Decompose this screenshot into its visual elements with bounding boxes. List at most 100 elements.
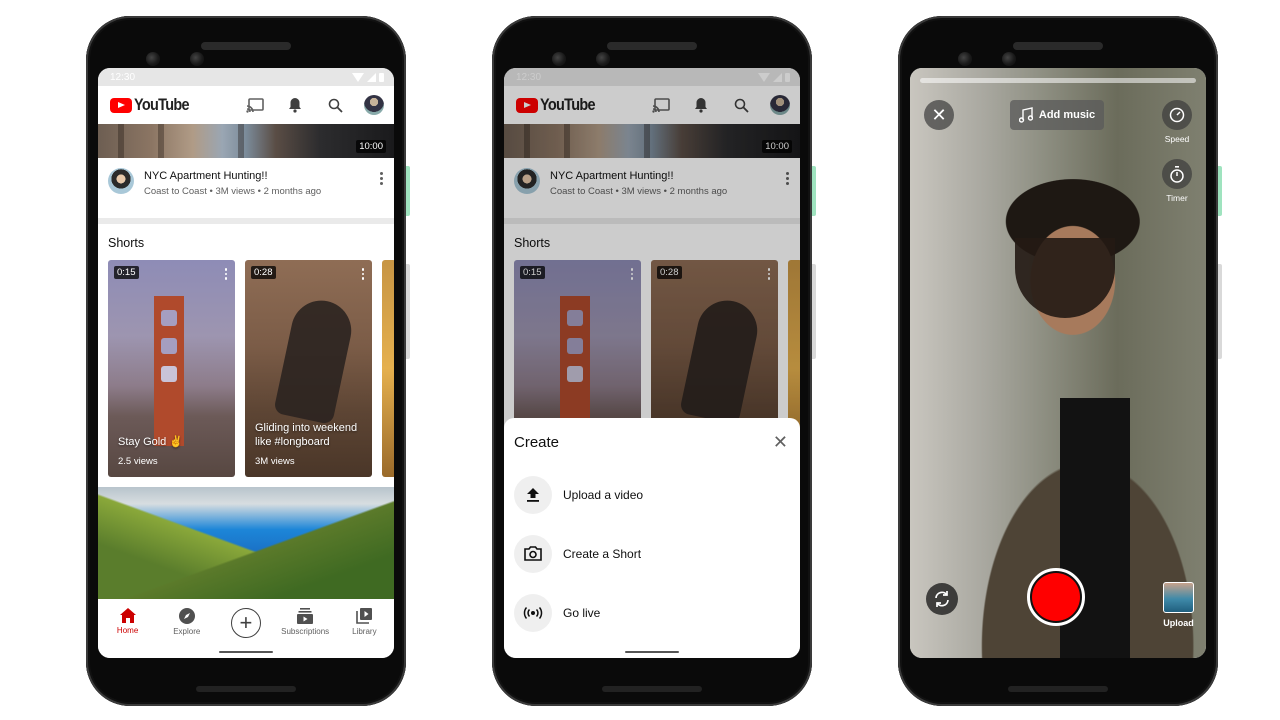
screen: ✕ Add music Speed Timer Upload — [910, 68, 1206, 658]
short-duration: 0:28 — [251, 266, 276, 279]
bottom-speaker — [602, 686, 702, 692]
bottom-nav: Home Explore + Subscriptions Library — [98, 602, 394, 658]
landscape-thumbnail[interactable] — [98, 487, 394, 599]
earpiece — [1013, 42, 1103, 50]
music-note-icon — [1018, 107, 1033, 123]
record-icon — [1032, 573, 1080, 621]
nav-create[interactable]: + — [217, 608, 275, 638]
close-camera-button[interactable]: ✕ — [924, 100, 954, 130]
wifi-icon — [352, 72, 364, 82]
short-views: 2.5 views — [118, 456, 158, 467]
compass-icon — [178, 608, 195, 624]
create-sheet: Create ✕ Upload a video Create a Short G… — [504, 418, 800, 658]
bridge-image — [154, 296, 184, 446]
shorts-heading: Shorts — [98, 224, 394, 260]
short-card[interactable]: 0:28 Gliding into weekend like #longboar… — [245, 260, 372, 477]
earpiece — [607, 42, 697, 50]
create-plus-icon: + — [230, 608, 261, 638]
status-time: 12:30 — [110, 71, 136, 83]
live-broadcast-icon — [514, 593, 552, 632]
more-options-icon[interactable] — [376, 168, 386, 208]
phone-home-feed: 12:30 YouTube 10:00 NYC Apartment Huntin… — [86, 16, 410, 706]
video-thumbnail[interactable]: 10:00 — [98, 124, 394, 158]
nav-label: Home — [116, 626, 139, 635]
shorts-shelf: 0:15 Stay Gold ✌ 2.5 views 0:28 Gliding … — [98, 260, 394, 477]
status-bar: 12:30 — [98, 68, 394, 86]
record-button[interactable] — [1027, 568, 1085, 626]
camera-icon — [514, 534, 552, 573]
front-camera-lens — [190, 52, 204, 66]
option-label: Upload a video — [563, 487, 644, 502]
upload-video-option[interactable]: Upload a video — [504, 465, 800, 524]
bell-icon[interactable] — [284, 94, 306, 116]
short-card-partial[interactable] — [382, 260, 394, 477]
gallery-thumbnail — [1163, 582, 1194, 613]
subject-image — [1015, 238, 1115, 318]
volume-button — [812, 264, 816, 359]
nav-label: Explore — [173, 627, 201, 636]
nav-label: Library — [352, 627, 377, 636]
front-camera-lens — [552, 52, 566, 66]
recording-progress-bar — [920, 78, 1196, 83]
speed-label: Speed — [1164, 134, 1190, 144]
upload-icon — [514, 475, 552, 514]
screen: 12:30 YouTube 10:00 NYC Apartment Huntin… — [504, 68, 800, 658]
front-camera-lens — [146, 52, 160, 66]
nav-subscriptions[interactable]: Subscriptions — [276, 608, 334, 636]
more-options-icon[interactable] — [361, 268, 364, 280]
sheet-title: Create — [514, 433, 560, 451]
youtube-logo[interactable]: YouTube — [110, 95, 244, 115]
go-live-option[interactable]: Go live — [504, 583, 800, 642]
flip-camera-button[interactable] — [926, 583, 958, 615]
timer-button[interactable]: Timer — [1162, 159, 1192, 203]
power-button — [812, 166, 816, 216]
speed-button[interactable]: Speed — [1162, 100, 1192, 144]
speedometer-icon — [1169, 107, 1185, 123]
video-meta[interactable]: NYC Apartment Hunting!! Coast to Coast •… — [98, 158, 394, 218]
option-label: Create a Short — [563, 546, 642, 561]
front-camera-lens — [1002, 52, 1016, 66]
library-icon — [356, 608, 373, 624]
short-duration: 0:15 — [114, 266, 139, 279]
youtube-play-icon — [110, 97, 132, 113]
screen: 12:30 YouTube 10:00 NYC Apartment Huntin… — [98, 68, 394, 658]
channel-avatar[interactable] — [108, 168, 134, 194]
subscriptions-icon — [297, 608, 314, 624]
volume-button — [406, 264, 410, 359]
timer-icon — [1170, 165, 1184, 183]
short-card[interactable]: 0:15 Stay Gold ✌ 2.5 views — [108, 260, 235, 477]
gesture-bar — [219, 651, 273, 653]
upload-button[interactable]: Upload — [1163, 582, 1194, 628]
search-icon[interactable] — [324, 94, 346, 116]
close-icon[interactable]: ✕ — [773, 433, 788, 451]
create-short-option[interactable]: Create a Short — [504, 524, 800, 583]
add-music-label: Add music — [1038, 109, 1096, 121]
nav-library[interactable]: Library — [335, 608, 393, 636]
add-music-button[interactable]: Add music — [1010, 100, 1104, 130]
gesture-bar — [625, 651, 679, 653]
more-options-icon[interactable] — [224, 268, 227, 280]
nav-explore[interactable]: Explore — [158, 608, 216, 636]
bottom-speaker — [1008, 686, 1108, 692]
power-button — [1218, 166, 1222, 216]
nav-home[interactable]: Home — [99, 608, 157, 635]
video-subtitle: Coast to Coast • 3M views • 2 months ago — [144, 186, 322, 197]
phone-shorts-camera: ✕ Add music Speed Timer Upload — [898, 16, 1222, 706]
earpiece — [201, 42, 291, 50]
upload-label: Upload — [1163, 618, 1194, 628]
signal-icon — [367, 72, 376, 82]
video-duration: 10:00 — [356, 140, 386, 153]
volume-button — [1218, 264, 1222, 359]
account-avatar[interactable] — [364, 95, 384, 115]
logo-text: YouTube — [134, 95, 190, 114]
app-bar: YouTube — [98, 86, 394, 124]
timer-label: Timer — [1166, 193, 1188, 203]
video-title[interactable]: NYC Apartment Hunting!! — [144, 170, 376, 182]
bottom-speaker — [196, 686, 296, 692]
short-caption: Stay Gold ✌ — [118, 436, 184, 448]
front-camera-lens — [596, 52, 610, 66]
cast-icon[interactable] — [244, 94, 266, 116]
battery-icon — [379, 72, 384, 82]
short-caption: Gliding into weekend like #longboard — [255, 422, 358, 448]
home-icon — [119, 608, 136, 623]
